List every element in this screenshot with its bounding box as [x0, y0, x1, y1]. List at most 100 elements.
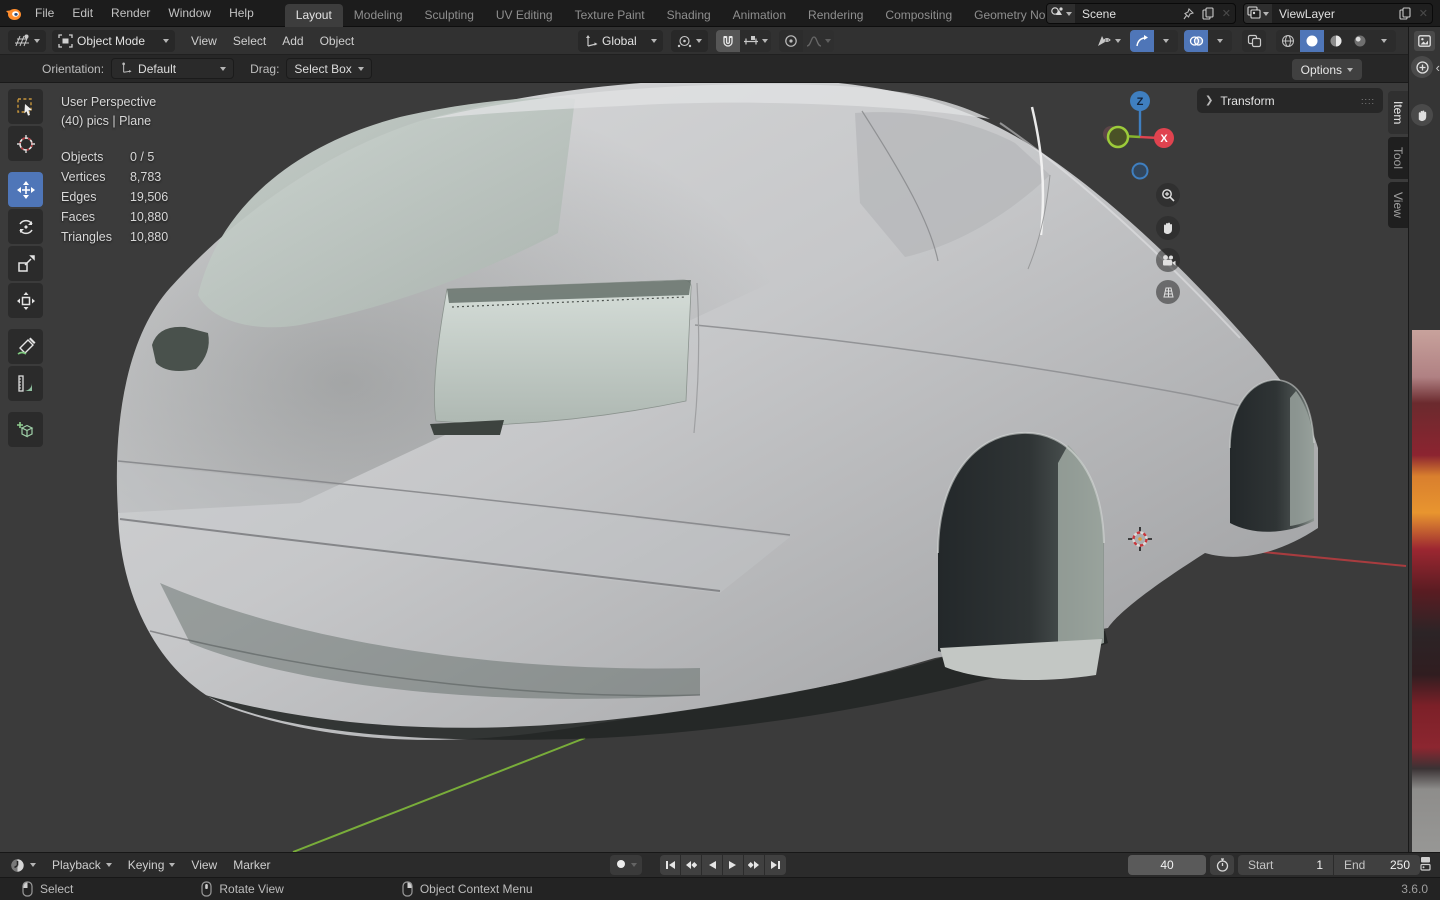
strip-pan-button[interactable] [1411, 104, 1433, 126]
orientation-dropdown[interactable]: Global [578, 30, 663, 52]
marker-menu[interactable]: Marker [225, 858, 278, 872]
workspace-tab-modeling[interactable]: Modeling [343, 4, 414, 27]
orientation-select[interactable]: Default [111, 58, 235, 79]
menu-help[interactable]: Help [220, 0, 263, 26]
menu-object[interactable]: Object [312, 34, 363, 48]
prev-keyframe-button[interactable] [681, 855, 702, 875]
menu-file[interactable]: File [26, 0, 63, 26]
tool-cursor[interactable] [8, 126, 43, 161]
workspace-tab-shading[interactable]: Shading [656, 4, 722, 27]
playback-menu[interactable]: Playback [44, 858, 120, 872]
panel-grip-icon[interactable]: :::: [1361, 96, 1375, 105]
jump-to-end-button[interactable] [765, 855, 786, 875]
mode-dropdown[interactable]: Object Mode [52, 29, 176, 52]
gizmo-axis-neg-z[interactable] [1131, 162, 1149, 180]
image-editor-icon[interactable] [1414, 31, 1435, 51]
tool-transform[interactable] [8, 283, 43, 318]
snap-target-dropdown[interactable] [739, 30, 771, 52]
remove-viewlayer-icon[interactable]: ✕ [1415, 4, 1432, 23]
tool-rotate[interactable] [8, 209, 43, 244]
workspace-tab-layout[interactable]: Layout [284, 3, 343, 27]
workspace-tab-rendering[interactable]: Rendering [797, 4, 874, 27]
viewport-3d[interactable]: User Perspective (40) pics | Plane Objec… [0, 83, 1408, 852]
viewlayer-selector[interactable]: ViewLayer ✕ [1243, 3, 1433, 24]
current-frame-field[interactable]: 40 [1128, 855, 1206, 875]
shading-material-button[interactable] [1324, 30, 1348, 52]
play-button[interactable] [723, 855, 744, 875]
snap-toggle[interactable] [715, 30, 740, 52]
pan-view-button[interactable] [1156, 216, 1180, 240]
xray-toggle[interactable] [1242, 30, 1266, 52]
ortho-toggle-button[interactable] [1156, 280, 1180, 304]
end-frame-field[interactable]: End 250 [1334, 855, 1420, 875]
zoom-view-button[interactable] [1156, 183, 1180, 207]
scene-name[interactable]: Scene [1075, 7, 1179, 21]
frame-range: Start 1 End 250 [1238, 855, 1420, 875]
workspace-tab-animation[interactable]: Animation [722, 4, 797, 27]
workspace-tab-texture-paint[interactable]: Texture Paint [564, 4, 656, 27]
menu-window[interactable]: Window [159, 0, 220, 26]
menu-select[interactable]: Select [225, 34, 274, 48]
shading-solid-button[interactable] [1300, 30, 1324, 52]
sidebar-tab-item[interactable]: Item [1388, 91, 1408, 135]
tool-scale[interactable] [8, 246, 43, 281]
shading-wireframe-button[interactable] [1276, 30, 1300, 52]
transform-panel-header[interactable]: ❯ Transform :::: [1197, 88, 1383, 113]
playback-controls [660, 855, 786, 875]
viewport-canvas[interactable] [0, 83, 1408, 852]
gizmo-dropdown[interactable] [1154, 30, 1178, 52]
shading-dropdown[interactable] [1372, 30, 1396, 52]
chevron-down-icon [1263, 11, 1269, 16]
strip-zoom-button[interactable] [1411, 56, 1433, 78]
menu-edit[interactable]: Edit [63, 0, 102, 26]
proportional-falloff-dropdown[interactable] [802, 30, 834, 52]
options-dropdown[interactable]: Options [1291, 59, 1362, 80]
camera-view-button[interactable] [1156, 248, 1180, 272]
show-gizmo-toggle[interactable] [1130, 30, 1154, 52]
menu-add[interactable]: Add [274, 34, 311, 48]
drag-label: Drag: [250, 61, 280, 76]
gizmo-axis-y[interactable] [1106, 125, 1130, 149]
tool-select-box[interactable] [8, 89, 43, 124]
workspace-tab-compositing[interactable]: Compositing [874, 4, 963, 27]
blender-logo-icon[interactable] [0, 6, 26, 21]
play-reverse-button[interactable] [702, 855, 723, 875]
next-keyframe-button[interactable] [744, 855, 765, 875]
keying-menu[interactable]: Keying [120, 858, 184, 872]
use-preview-range-button[interactable] [1210, 855, 1234, 875]
auto-keying-record-button[interactable] [615, 858, 627, 873]
reference-image-editor-strip[interactable]: ‹ [1408, 27, 1440, 852]
timeline-view-menu[interactable]: View [183, 858, 225, 872]
jump-to-start-button[interactable] [660, 855, 681, 875]
drag-select[interactable]: Select Box [286, 58, 372, 79]
timeline-options-icon[interactable] [1419, 856, 1432, 874]
chevron-down-icon [1115, 39, 1121, 43]
unlink-scene-icon[interactable]: ✕ [1218, 4, 1235, 23]
show-overlays-toggle[interactable] [1184, 30, 1208, 52]
sidebar-tab-view[interactable]: View [1388, 182, 1408, 229]
sidebar-tab-tool[interactable]: Tool [1388, 137, 1408, 180]
proportional-editing-toggle[interactable] [778, 30, 803, 52]
overlays-dropdown[interactable] [1208, 30, 1232, 52]
shading-rendered-button[interactable] [1348, 30, 1372, 52]
visibility-dropdown[interactable] [1093, 30, 1124, 52]
pin-icon[interactable] [1179, 4, 1198, 23]
navigation-gizmo[interactable]: Z X [1098, 85, 1190, 185]
pivot-point-dropdown[interactable] [670, 30, 708, 52]
menu-render[interactable]: Render [102, 0, 159, 26]
menu-view[interactable]: View [183, 34, 225, 48]
viewlayer-name[interactable]: ViewLayer [1272, 7, 1395, 21]
new-viewlayer-icon[interactable] [1395, 4, 1415, 23]
tool-move[interactable] [8, 172, 43, 207]
workspace-tab-uv-editing[interactable]: UV Editing [485, 4, 564, 27]
tool-add-cube[interactable] [8, 412, 43, 447]
timeline-editor-dropdown[interactable] [0, 858, 44, 873]
workspace-tab-sculpting[interactable]: Sculpting [414, 4, 485, 27]
collapse-strip-chevron-icon[interactable]: ‹ [1436, 60, 1440, 75]
tool-measure[interactable] [8, 366, 43, 401]
new-scene-icon[interactable] [1198, 4, 1218, 23]
tool-annotate[interactable] [8, 329, 43, 364]
start-frame-field[interactable]: Start 1 [1238, 855, 1334, 875]
scene-selector[interactable]: Scene ✕ [1046, 3, 1236, 24]
editor-type-dropdown[interactable] [8, 29, 46, 52]
